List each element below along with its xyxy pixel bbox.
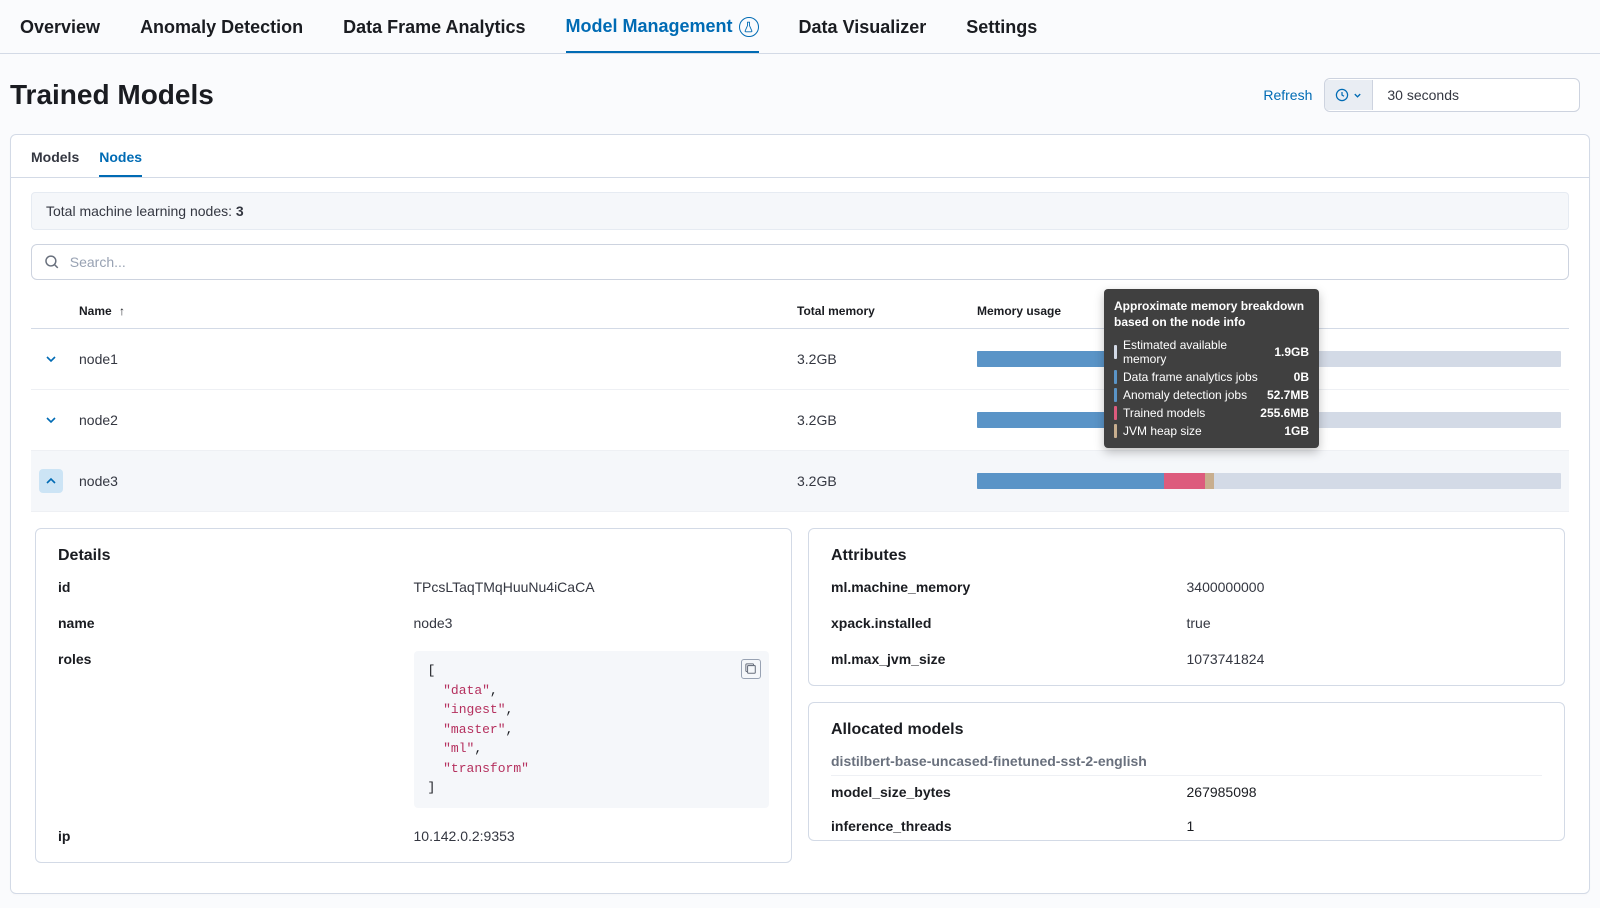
attr-value: true — [1187, 615, 1543, 631]
nav-overview[interactable]: Overview — [20, 16, 100, 53]
detail-name-value: node3 — [414, 615, 770, 631]
expand-toggle[interactable] — [39, 408, 63, 432]
memory-usage-bar — [977, 473, 1561, 489]
copy-icon — [745, 663, 757, 675]
detail-name-label: name — [58, 615, 414, 631]
node-name: node1 — [71, 329, 789, 390]
callout-count: 3 — [236, 203, 244, 219]
nav-label: Model Management — [566, 16, 733, 37]
refresh-button[interactable]: Refresh — [1263, 87, 1312, 103]
beaker-icon — [739, 17, 759, 37]
tooltip-row: Estimated available memory1.9GB — [1114, 336, 1309, 368]
details-title: Details — [58, 547, 769, 565]
col-total-memory[interactable]: Total memory — [789, 294, 969, 329]
node-name: node2 — [71, 390, 789, 451]
tooltip-row: Anomaly detection jobs52.7MB — [1114, 386, 1309, 404]
nav-anomaly-detection[interactable]: Anomaly Detection — [140, 16, 303, 53]
attributes-title: Attributes — [831, 547, 1542, 565]
clock-icon — [1325, 80, 1373, 110]
detail-id-label: id — [58, 579, 414, 595]
copy-button[interactable] — [741, 659, 761, 679]
attr-value: 3400000000 — [1187, 579, 1543, 595]
attr-key: xpack.installed — [831, 615, 1187, 631]
table-row: node1 3.2GB Approximate memory breakdown… — [31, 329, 1569, 390]
nav-model-management[interactable]: Model Management — [566, 16, 759, 53]
alloc-value: 267985098 — [1187, 784, 1543, 800]
chevron-down-icon — [45, 414, 57, 426]
tooltip-title: Approximate memory breakdown based on th… — [1114, 299, 1309, 330]
nodes-table: Name ↑ Total memory Memory usage node1 3… — [31, 294, 1569, 512]
tooltip-row: Data frame analytics jobs0B — [1114, 368, 1309, 386]
attributes-card: Attributes ml.machine_memory3400000000 xp… — [808, 528, 1565, 686]
total-nodes-callout: Total machine learning nodes: 3 — [31, 192, 1569, 230]
alloc-key: inference_threads — [831, 818, 1187, 834]
refresh-interval-picker[interactable]: 30 seconds — [1324, 78, 1580, 112]
tooltip-row: Trained models255.6MB — [1114, 404, 1309, 422]
search-icon — [44, 254, 60, 270]
alloc-value: 1 — [1187, 818, 1543, 834]
details-card: Details id TPcsLTaqTMqHuuNu4iCaCA name n… — [35, 528, 792, 863]
nav-data-visualizer[interactable]: Data Visualizer — [799, 16, 927, 53]
callout-label: Total machine learning nodes: — [46, 203, 236, 219]
alloc-key: model_size_bytes — [831, 784, 1187, 800]
search-box[interactable] — [31, 244, 1569, 280]
nav-settings[interactable]: Settings — [966, 16, 1037, 53]
collapse-toggle[interactable] — [39, 469, 63, 493]
detail-ip-value: 10.142.0.2:9353 — [414, 828, 770, 844]
detail-ip-label: ip — [58, 828, 414, 844]
attr-key: ml.max_jvm_size — [831, 651, 1187, 667]
main-panel: Models Nodes Total machine learning node… — [10, 134, 1590, 894]
node-total-memory: 3.2GB — [789, 390, 969, 451]
primary-nav: Overview Anomaly Detection Data Frame An… — [0, 0, 1600, 54]
chevron-up-icon — [45, 475, 57, 487]
detail-id-value: TPcsLTaqTMqHuuNu4iCaCA — [414, 579, 770, 595]
search-input[interactable] — [68, 253, 1556, 271]
node-detail-grid: Details id TPcsLTaqTMqHuuNu4iCaCA name n… — [11, 512, 1589, 893]
sub-tabs: Models Nodes — [11, 135, 1589, 178]
allocated-title: Allocated models — [831, 721, 1542, 739]
sort-asc-icon: ↑ — [119, 304, 125, 318]
tab-models[interactable]: Models — [31, 149, 79, 177]
table-row: node3 3.2GB — [31, 451, 1569, 512]
nav-data-frame-analytics[interactable]: Data Frame Analytics — [343, 16, 525, 53]
table-row: node2 3.2GB — [31, 390, 1569, 451]
chevron-down-icon — [45, 353, 57, 365]
chevron-down-icon — [1353, 91, 1362, 100]
tab-nodes[interactable]: Nodes — [99, 149, 142, 177]
col-name[interactable]: Name ↑ — [71, 294, 789, 329]
divider — [831, 775, 1542, 776]
node-total-memory: 3.2GB — [789, 329, 969, 390]
expand-toggle[interactable] — [39, 347, 63, 371]
allocated-models-card: Allocated models distilbert-base-uncased… — [808, 702, 1565, 841]
refresh-interval-value: 30 seconds — [1373, 79, 1579, 111]
detail-roles-label: roles — [58, 651, 414, 808]
roles-code-block: [ "data", "ingest", "master", "ml", "tra… — [414, 651, 770, 808]
node-name: node3 — [71, 451, 789, 512]
attr-value: 1073741824 — [1187, 651, 1543, 667]
memory-breakdown-tooltip: Approximate memory breakdown based on th… — [1104, 289, 1319, 448]
node-total-memory: 3.2GB — [789, 451, 969, 512]
tooltip-row: JVM heap size1GB — [1114, 422, 1309, 440]
allocated-model-name: distilbert-base-uncased-finetuned-sst-2-… — [831, 753, 1542, 769]
page-header: Trained Models Refresh 30 seconds — [0, 54, 1600, 120]
attr-key: ml.machine_memory — [831, 579, 1187, 595]
page-title: Trained Models — [10, 79, 214, 111]
